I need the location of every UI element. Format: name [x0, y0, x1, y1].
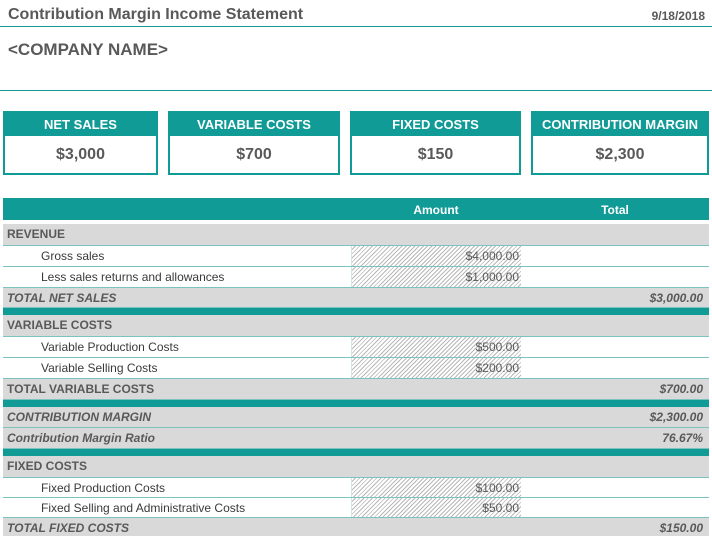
amount-cell[interactable]: $4,000.00 — [351, 246, 521, 266]
table-row: Fixed Selling and Administrative Costs $… — [3, 498, 709, 518]
total-value: $150.00 — [659, 521, 703, 535]
amount-value: $4,000.00 — [465, 249, 519, 263]
card-label: CONTRIBUTION MARGIN — [533, 113, 707, 136]
variable-costs-card: VARIABLE COSTS $700 — [168, 111, 340, 175]
amount-cell[interactable]: $1,000.00 — [351, 267, 521, 287]
line-item-label: Less sales returns and allowances — [41, 270, 225, 284]
line-item-label: Variable Production Costs — [41, 340, 179, 354]
card-label: FIXED COSTS — [352, 113, 519, 136]
table-row: Variable Selling Costs $200.00 — [3, 358, 709, 379]
amount-value: $100.00 — [475, 481, 519, 495]
amount-value: $200.00 — [475, 361, 519, 375]
card-label: VARIABLE COSTS — [170, 113, 338, 136]
fixed-costs-card: FIXED COSTS $150 — [350, 111, 521, 175]
ratio-label: Contribution Margin Ratio — [7, 431, 155, 445]
total-value: $3,000.00 — [649, 291, 703, 305]
card-value: $3,000 — [56, 146, 105, 163]
amount-column-header: Amount — [413, 203, 459, 217]
section-separator — [3, 308, 709, 315]
fixed-costs-heading-row: FIXED COSTS — [3, 456, 709, 478]
total-variable-costs-row: TOTAL VARIABLE COSTS $700.00 — [3, 379, 709, 400]
margin-value: $2,300.00 — [649, 410, 703, 424]
total-fixed-costs-row: TOTAL FIXED COSTS $150.00 — [3, 518, 709, 536]
section-heading: REVENUE — [7, 227, 66, 241]
amount-value: $1,000.00 — [465, 270, 519, 284]
line-item-label: Variable Selling Costs — [41, 361, 158, 375]
section-heading: VARIABLE COSTS — [7, 318, 113, 332]
amount-cell[interactable]: $100.00 — [351, 478, 521, 497]
line-item-label: Fixed Production Costs — [41, 481, 166, 495]
line-item-label: Gross sales — [41, 249, 105, 263]
table-row: Variable Production Costs $500.00 — [3, 337, 709, 358]
company-name[interactable]: <COMPANY NAME> — [8, 40, 168, 60]
table-row: Less sales returns and allowances $1,000… — [3, 267, 709, 288]
section-separator — [3, 449, 709, 456]
total-value: $700.00 — [659, 382, 703, 396]
amount-cell[interactable]: $500.00 — [351, 337, 521, 357]
card-value: $2,300 — [595, 146, 645, 163]
statement-table: Amount Total REVENUE Gross sales $4,000.… — [3, 198, 709, 536]
table-row: Fixed Production Costs $100.00 — [3, 478, 709, 498]
contribution-margin-row: CONTRIBUTION MARGIN $2,300.00 — [3, 407, 709, 428]
ratio-value: 76.67% — [662, 431, 703, 445]
table-row: Gross sales $4,000.00 — [3, 246, 709, 267]
amount-value: $50.00 — [482, 501, 519, 515]
section-heading: FIXED COSTS — [7, 459, 88, 473]
title-row: Contribution Margin Income Statement 9/1… — [0, 0, 712, 27]
total-column-header: Total — [601, 203, 629, 217]
total-label: TOTAL NET SALES — [7, 291, 117, 305]
amount-cell[interactable]: $200.00 — [351, 358, 521, 378]
net-sales-card: NET SALES $3,000 — [3, 111, 158, 175]
card-value: $150 — [417, 146, 454, 163]
section-separator — [3, 400, 709, 407]
contribution-margin-card: CONTRIBUTION MARGIN $2,300 — [531, 111, 709, 175]
income-statement-sheet: Contribution Margin Income Statement 9/1… — [0, 0, 712, 536]
divider — [0, 90, 712, 91]
margin-label: CONTRIBUTION MARGIN — [7, 410, 151, 424]
revenue-heading-row: REVENUE — [3, 224, 709, 246]
card-label: NET SALES — [5, 113, 156, 136]
total-net-sales-row: TOTAL NET SALES $3,000.00 — [3, 288, 709, 308]
variable-costs-heading-row: VARIABLE COSTS — [3, 315, 709, 337]
page-title: Contribution Margin Income Statement — [8, 6, 304, 23]
total-label: TOTAL VARIABLE COSTS — [7, 382, 155, 396]
line-item-label: Fixed Selling and Administrative Costs — [41, 501, 246, 515]
statement-date[interactable]: 9/18/2018 — [652, 9, 705, 23]
total-label: TOTAL FIXED COSTS — [7, 521, 130, 535]
amount-value: $500.00 — [475, 340, 519, 354]
card-value: $700 — [236, 146, 272, 163]
amount-cell[interactable]: $50.00 — [351, 498, 521, 517]
contribution-margin-ratio-row: Contribution Margin Ratio 76.67% — [3, 428, 709, 449]
table-header: Amount Total — [3, 198, 709, 220]
